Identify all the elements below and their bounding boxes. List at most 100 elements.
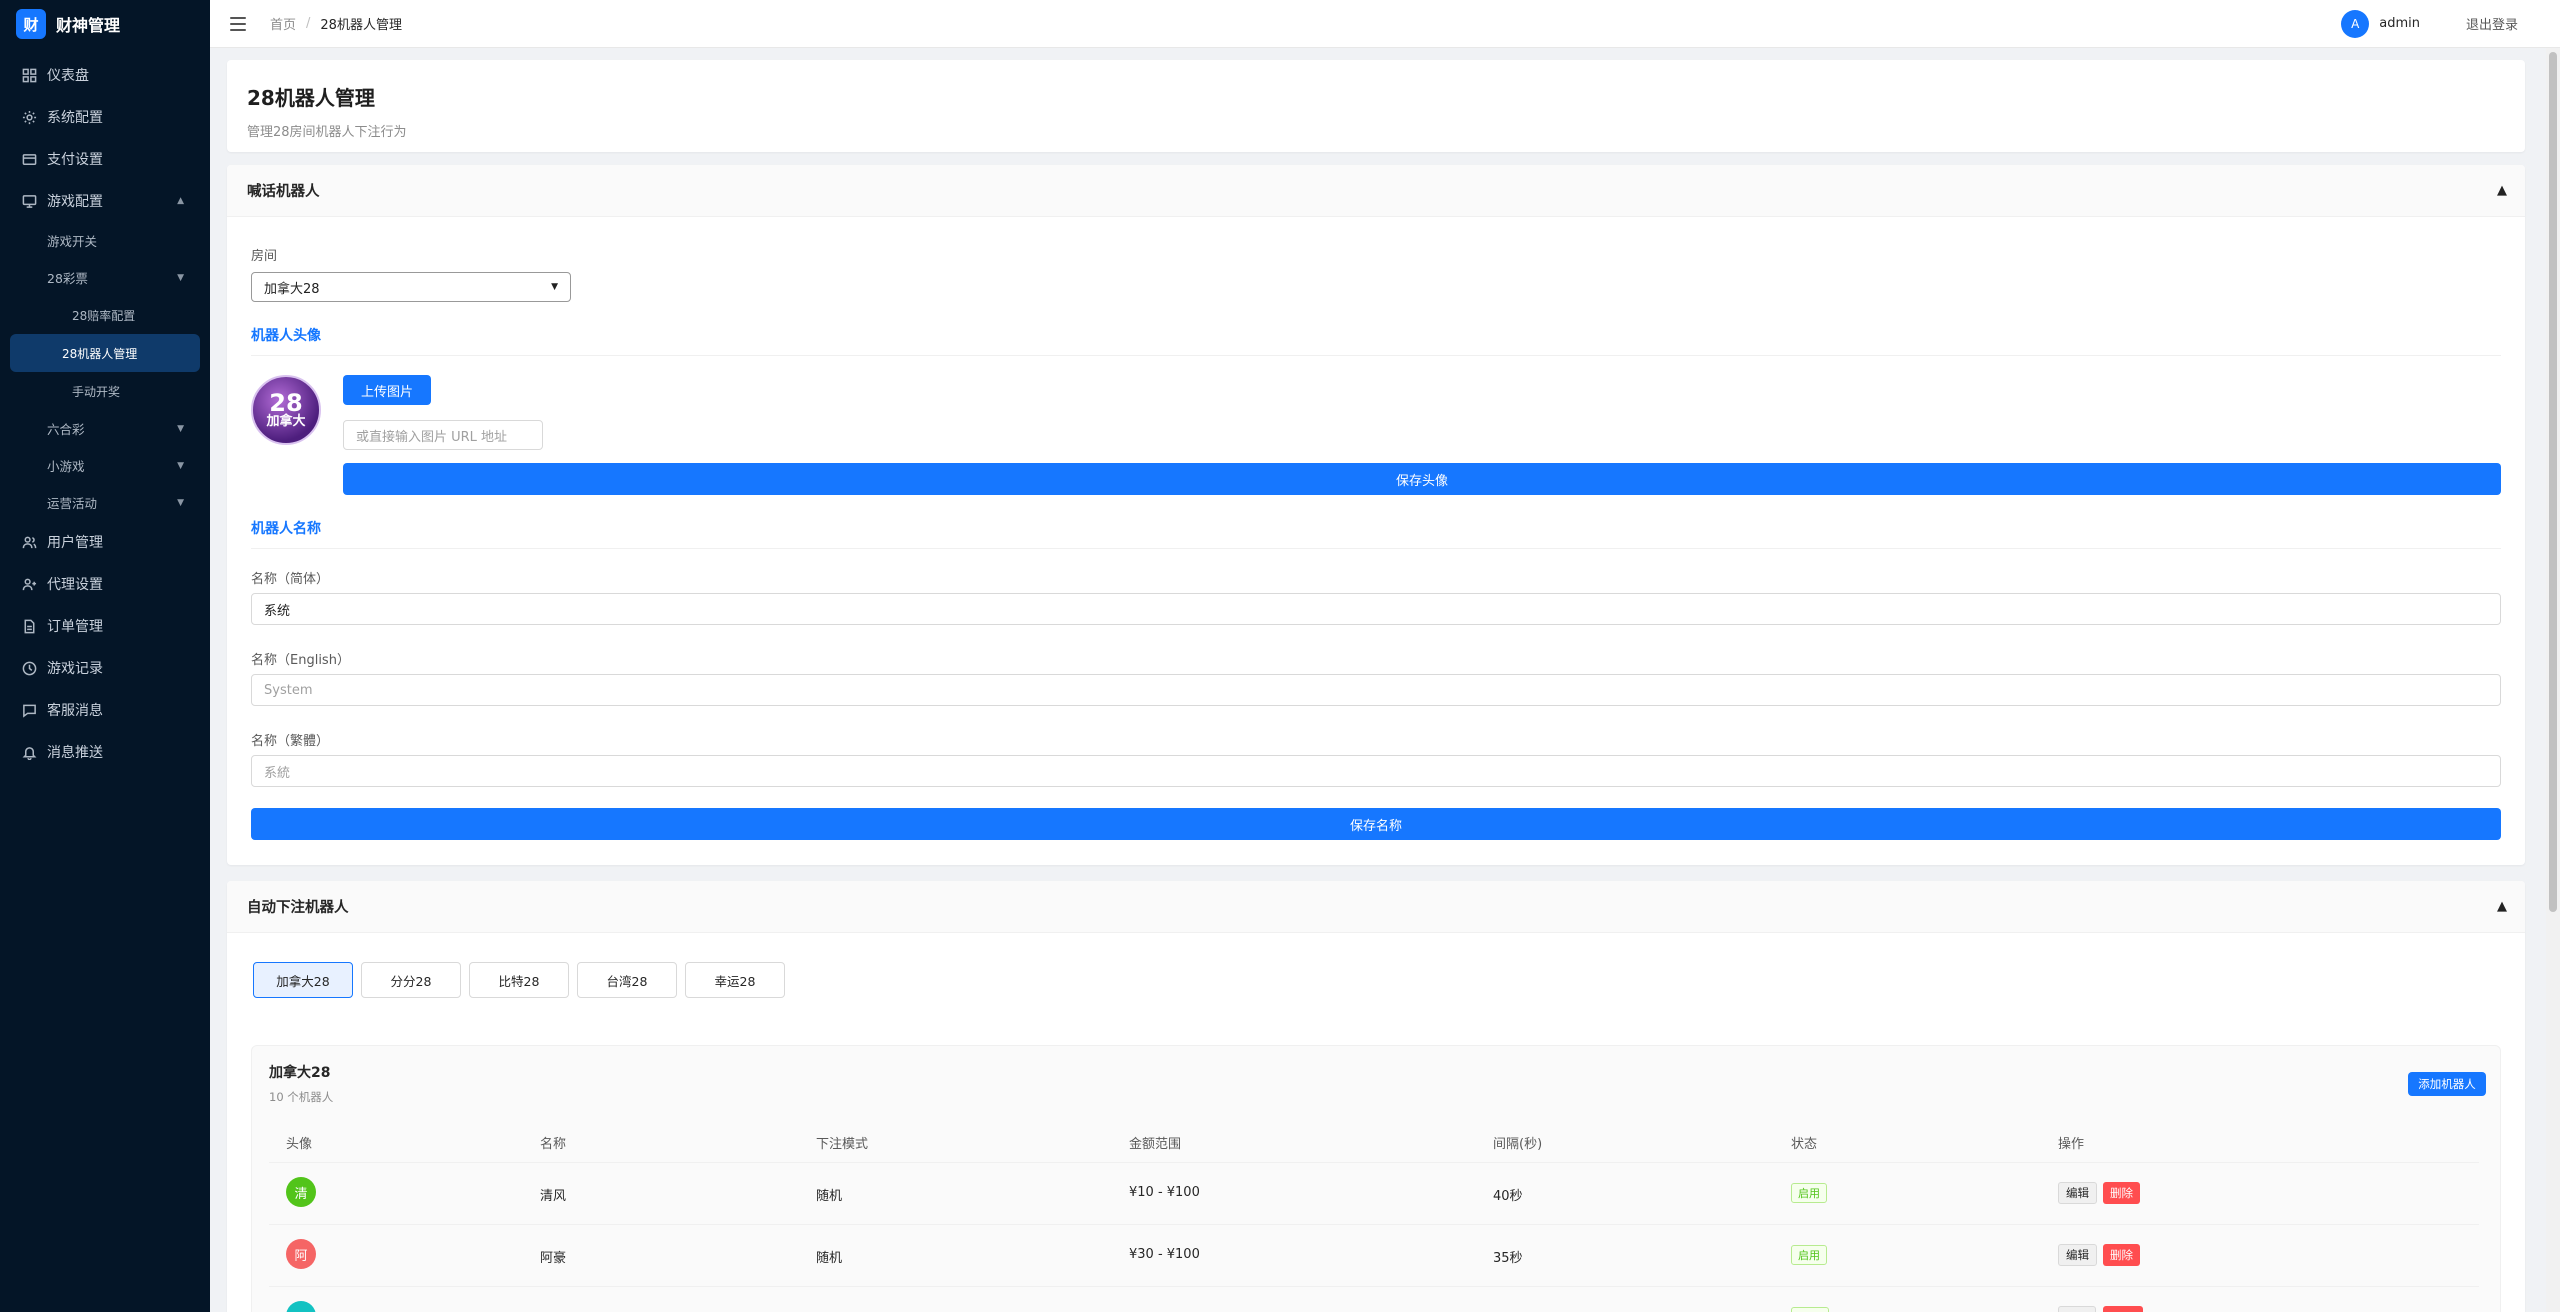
sidebar-item-label: 代理设置 [47, 577, 103, 593]
name-tw-label: 名称（繁體） [251, 734, 330, 749]
tab-lucky28[interactable]: 幸运28 [685, 962, 785, 998]
talk-robot-header[interactable]: 喊话机器人 ▲ [227, 165, 2525, 217]
sidebar-item-users[interactable]: 用户管理 [0, 521, 210, 563]
user-plus-icon [22, 578, 37, 590]
brand-logo: 财 [16, 9, 46, 39]
name-section-title: 机器人名称 [251, 518, 2501, 549]
status-badge: 启用 [1791, 1183, 1827, 1203]
row-mode: 随机 [816, 1251, 843, 1266]
sidebar-item-orders[interactable]: 订单管理 [0, 605, 210, 647]
chevron-down-icon: ▼ [177, 272, 184, 283]
robot-avatar-text-top: 28 [269, 389, 303, 417]
page-description: 管理28房间机器人下注行为 [247, 125, 407, 140]
sidebar-item-dashboard[interactable]: 仪表盘 [0, 54, 210, 96]
edit-button[interactable]: 编辑 [2058, 1182, 2097, 1204]
sidebar-item-label: 客服消息 [47, 703, 103, 719]
chevron-up-icon: ▲ [177, 196, 184, 206]
tab-fenfen28[interactable]: 分分28 [361, 962, 461, 998]
page-title: 28机器人管理 [247, 86, 375, 110]
save-avatar-button[interactable]: 保存头像 [343, 463, 2501, 495]
avatar-url-input[interactable]: 或直接输入图片 URL 地址 [343, 420, 543, 450]
row-avatar [286, 1301, 316, 1312]
sidebar-sub-label: 手动开奖 [72, 384, 121, 399]
sidebar-sub-28-robot[interactable]: 28机器人管理 [10, 334, 200, 372]
col-header-avatar: 头像 [286, 1137, 313, 1152]
tab-canada28[interactable]: 加拿大28 [253, 962, 353, 998]
page-header: 28机器人管理 管理28房间机器人下注行为 [227, 60, 2525, 152]
logout-button[interactable]: 退出登录 [2466, 14, 2518, 33]
delete-button[interactable]: 删除 [2103, 1182, 2140, 1204]
room-select[interactable]: 加拿大28 ▼ [251, 272, 571, 302]
col-header-name: 名称 [540, 1137, 567, 1152]
add-robot-button[interactable]: 添加机器人 [2408, 1072, 2486, 1096]
delete-button[interactable] [2103, 1306, 2143, 1312]
sidebar-item-game-config[interactable]: 游戏配置 ▲ [0, 180, 210, 222]
user-area: A admin 退出登录 [2341, 9, 2518, 38]
sidebar-sub-28-odds[interactable]: 28赔率配置 [10, 296, 200, 334]
sidebar-item-label: 游戏记录 [47, 661, 103, 677]
sidebar-item-label: 用户管理 [47, 535, 103, 551]
table-row: 清 清风 随机 ¥10 - ¥100 40秒 启用 编辑 删除 [269, 1162, 2479, 1224]
clock-icon [22, 661, 37, 675]
robot-count: 10 个机器人 [269, 1090, 334, 1104]
sidebar-sub-mark-six[interactable]: 六合彩 ▼ [0, 410, 210, 447]
menu-toggle-icon[interactable] [230, 16, 246, 31]
room-label: 房间 [251, 249, 278, 264]
sidebar-sub-mini-games[interactable]: 小游戏 ▼ [0, 447, 210, 484]
sidebar-item-game-records[interactable]: 游戏记录 [0, 647, 210, 689]
avatar-section-title: 机器人头像 [251, 325, 2501, 356]
tab-bit28[interactable]: 比特28 [469, 962, 569, 998]
name-tw-input[interactable]: 系統 [251, 755, 2501, 787]
sidebar: 财 财神管理 仪表盘 系统配置 支付设置 游戏配置 ▲ 游戏开关 28彩票 ▼ 2… [0, 0, 210, 1312]
sidebar-sub-label: 28赔率配置 [72, 308, 136, 323]
sidebar-sub-operations[interactable]: 运营活动 ▼ [0, 484, 210, 521]
collapse-icon[interactable]: ▲ [2497, 183, 2507, 198]
sidebar-sub-manual-draw[interactable]: 手动开奖 [10, 372, 200, 410]
user-name[interactable]: admin [2379, 16, 2420, 31]
tab-taiwan28[interactable]: 台湾28 [577, 962, 677, 998]
sidebar-item-system-config[interactable]: 系统配置 [0, 96, 210, 138]
row-interval: 40秒 [1493, 1189, 1523, 1204]
edit-button[interactable]: 编辑 [2058, 1244, 2097, 1266]
col-header-mode: 下注模式 [816, 1137, 869, 1152]
row-name: 阿豪 [540, 1251, 567, 1266]
delete-button[interactable]: 删除 [2103, 1244, 2140, 1266]
upload-image-button[interactable]: 上传图片 [343, 375, 431, 405]
avatar[interactable]: A [2341, 9, 2370, 38]
document-icon [24, 619, 35, 633]
page-scrollbar[interactable] [2546, 48, 2560, 1312]
dashboard-icon [22, 68, 37, 82]
chevron-down-icon: ▼ [177, 423, 184, 434]
sidebar-menu: 仪表盘 系统配置 支付设置 游戏配置 ▲ 游戏开关 28彩票 ▼ 28赔率配置 2… [0, 54, 210, 773]
row-mode: 随机 [816, 1189, 843, 1204]
sidebar-sub-label: 小游戏 [47, 459, 85, 474]
auto-robot-header[interactable]: 自动下注机器人 ▲ [227, 881, 2525, 933]
breadcrumb-current: 28机器人管理 [320, 18, 402, 33]
sidebar-sub-28-lottery[interactable]: 28彩票 ▼ [0, 259, 210, 296]
sidebar-sub-game-switch[interactable]: 游戏开关 [0, 222, 210, 259]
col-header-interval: 间隔(秒) [1493, 1137, 1543, 1152]
status-badge: 启用 [1791, 1245, 1827, 1265]
name-cn-input[interactable]: 系统 [251, 593, 2501, 625]
panel-title: 加拿大28 [269, 1065, 331, 1081]
sidebar-item-payment[interactable]: 支付设置 [0, 138, 210, 180]
breadcrumb-home[interactable]: 首页 [270, 14, 296, 33]
scrollbar-thumb[interactable] [2549, 52, 2557, 912]
sidebar-item-label: 消息推送 [47, 745, 103, 761]
edit-button[interactable] [2058, 1306, 2096, 1312]
sidebar-item-push[interactable]: 消息推送 [0, 731, 210, 773]
robot-avatar-image: 28 加拿大 [251, 375, 321, 445]
save-name-button[interactable]: 保存名称 [251, 808, 2501, 840]
sidebar-item-label: 仪表盘 [47, 68, 89, 84]
gear-icon [22, 110, 37, 124]
breadcrumb: 首页 / 28机器人管理 [270, 14, 402, 33]
sidebar-item-label: 订单管理 [47, 619, 103, 635]
collapse-icon[interactable]: ▲ [2497, 899, 2507, 914]
brand[interactable]: 财 财神管理 [0, 0, 210, 48]
sidebar-item-label: 系统配置 [47, 110, 103, 126]
name-en-input[interactable]: System [251, 674, 2501, 706]
room-tabs: 加拿大28 分分28 比特28 台湾28 幸运28 [253, 962, 853, 998]
sidebar-item-cs-messages[interactable]: 客服消息 [0, 689, 210, 731]
sidebar-sub-label: 运营活动 [47, 496, 98, 511]
sidebar-item-agent[interactable]: 代理设置 [0, 563, 210, 605]
